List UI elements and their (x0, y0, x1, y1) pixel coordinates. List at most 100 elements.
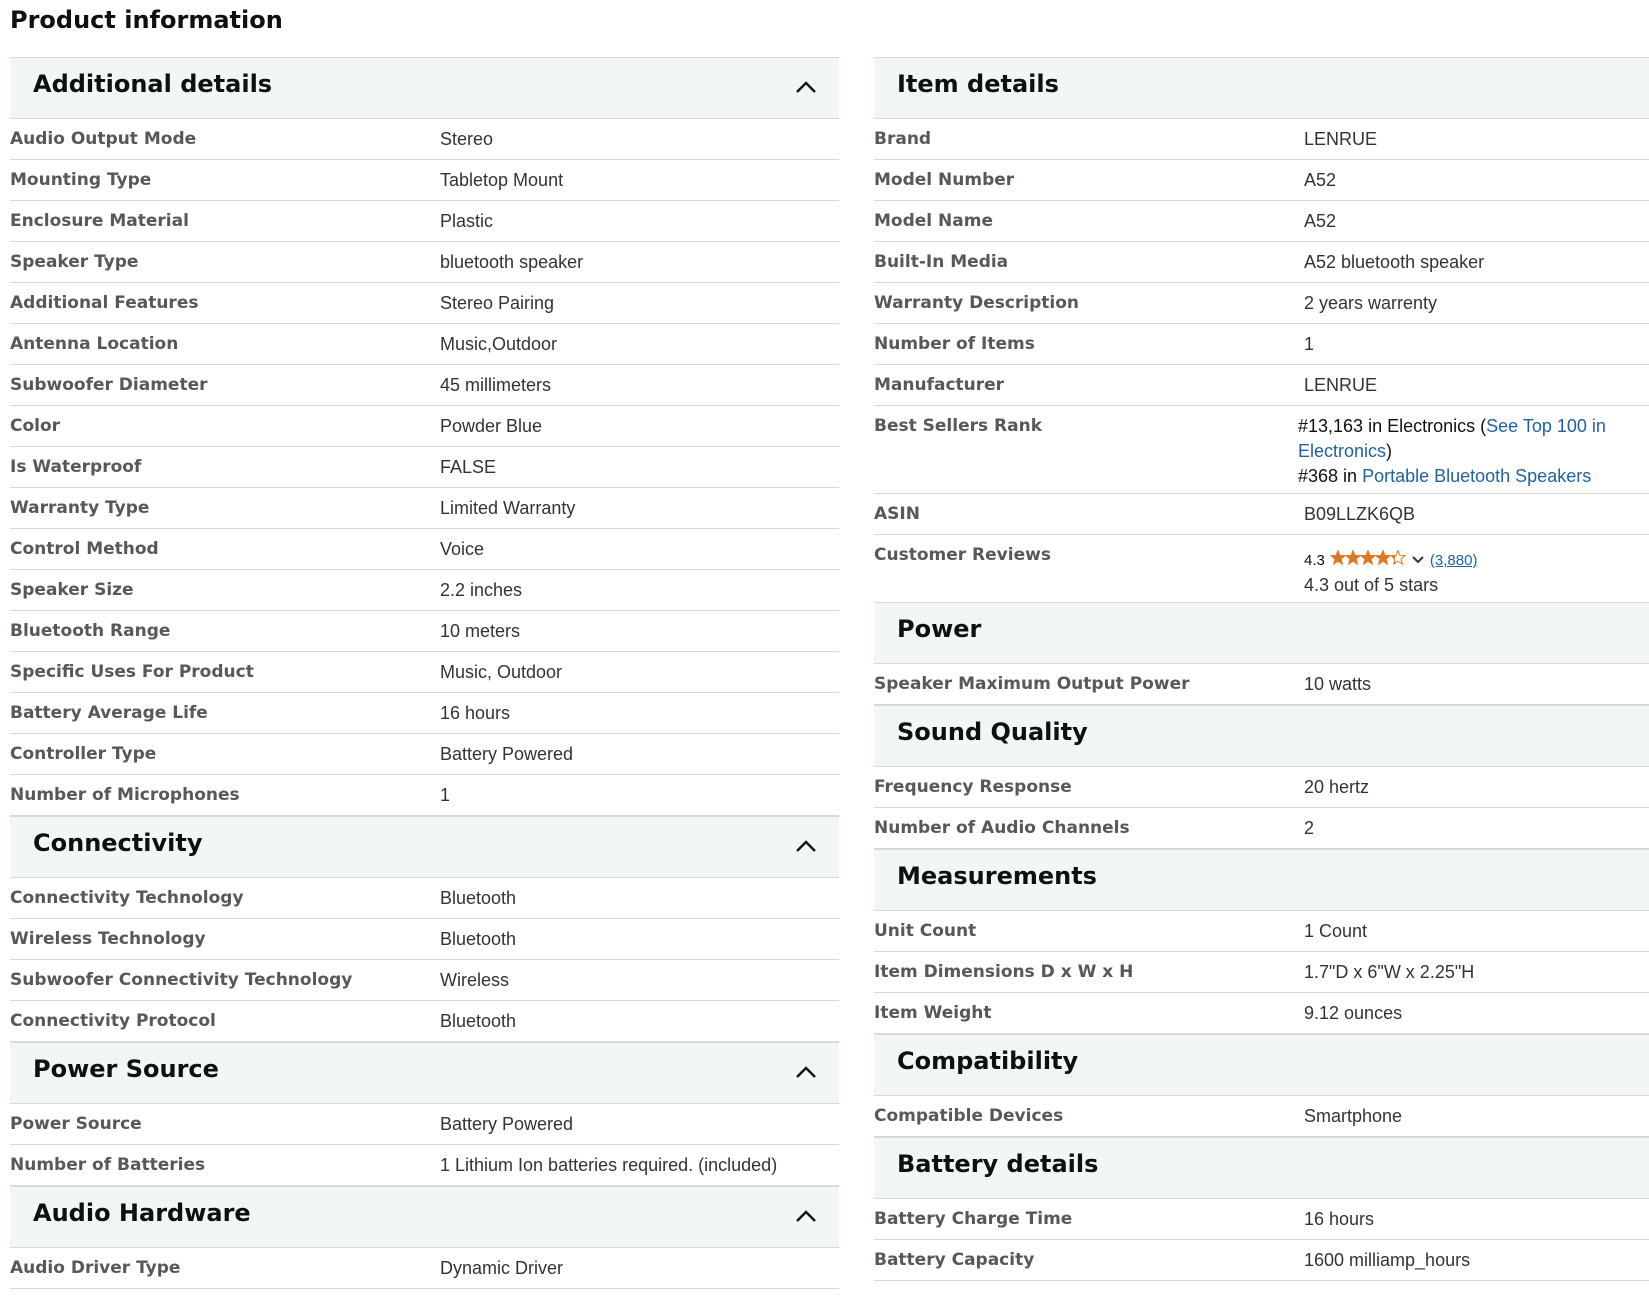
star-fill (1330, 550, 1346, 564)
row-key: Audio Output Mode (10, 129, 197, 149)
row-key: Connectivity Protocol (10, 1011, 216, 1031)
table-row: Antenna Location Music,Outdoor (10, 324, 839, 365)
section-header-power-source[interactable]: Power Source (10, 1042, 839, 1104)
row-value: Stereo Pairing (440, 293, 555, 313)
table-row: Wireless Technology Bluetooth (10, 919, 839, 960)
row-key: Enclosure Material (10, 211, 189, 231)
row-key: Speaker Maximum Output Power (874, 674, 1190, 694)
table-row: ASIN B09LLZK6QB (874, 494, 1649, 535)
table-row: Battery Average Life 16 hours (10, 693, 839, 734)
row-value: bluetooth speaker (440, 252, 584, 272)
row-value: Bluetooth (440, 1011, 517, 1031)
table-row: Controller Type Battery Powered (10, 734, 839, 775)
row-key: Subwoofer Connectivity Technology (10, 970, 353, 990)
section-title: Battery details (897, 1150, 1099, 1178)
row-value: Bluetooth (440, 929, 517, 949)
right-column: Item details Brand LENRUE Model Number A52 M… (874, 57, 1649, 1281)
row-key: Best Sellers Rank (874, 416, 1042, 436)
section-header-additional-details[interactable]: Additional details (10, 57, 839, 119)
section-header-audio-hardware[interactable]: Audio Hardware (10, 1186, 839, 1248)
row-value: Stereo (440, 129, 494, 149)
table-row: Subwoofer Diameter 45 millimeters (10, 365, 839, 406)
section-title: Additional details (33, 70, 273, 98)
row-value: 16 hours (440, 703, 511, 723)
star-fill (1375, 550, 1391, 564)
row-value: 2 (1304, 818, 1315, 838)
table-row: Power Source Battery Powered (10, 1104, 839, 1145)
row-value: Dynamic Driver (440, 1258, 564, 1278)
rank-text: #368 in (1298, 466, 1363, 486)
row-key: Additional Features (10, 293, 199, 313)
row-value: 1 (440, 785, 451, 805)
row-key: Built-In Media (874, 252, 1009, 272)
row-value: Powder Blue (440, 416, 543, 436)
row-value: 1 Lithium Ion batteries required. (inclu… (440, 1155, 778, 1175)
row-key: Specific Uses For Product (10, 662, 254, 682)
review-count-link[interactable]: (3,880) (1430, 552, 1478, 569)
table-row: Unit Count 1 Count (874, 911, 1649, 952)
row-value: Tabletop Mount (440, 170, 564, 190)
chevron-down-icon[interactable] (1411, 548, 1425, 573)
row-key: Subwoofer Diameter (10, 375, 208, 395)
row-key: Color (10, 416, 61, 436)
section-header-measurements: Measurements (874, 849, 1649, 911)
table-row: Number of Batteries 1 Lithium Ion batteri… (10, 1145, 839, 1186)
section-header-connectivity[interactable]: Connectivity (10, 816, 839, 878)
table-row: Warranty Description 2 years warrenty (874, 283, 1649, 324)
row-key: Number of Microphones (10, 785, 240, 805)
table-row: Mounting Type Tabletop Mount (10, 160, 839, 201)
star-rating[interactable] (1329, 548, 1407, 573)
section-title: Power Source (33, 1055, 219, 1083)
section-header-battery-details: Battery details (874, 1137, 1649, 1199)
table-row: Warranty Type Limited Warranty (10, 488, 839, 529)
row-key: Battery Charge Time (874, 1209, 1073, 1229)
row-value: 2.2 inches (440, 580, 523, 600)
row-value: 10 meters (440, 621, 521, 641)
row-key: Frequency Response (874, 777, 1072, 797)
collapse-chevron-icon[interactable] (793, 834, 819, 860)
rating-number: 4.3 (1304, 552, 1325, 569)
collapse-chevron-icon[interactable] (793, 1060, 819, 1086)
star-fill (1360, 550, 1376, 564)
row-key: Warranty Type (10, 498, 150, 518)
row-value: Wireless (440, 970, 510, 990)
collapse-chevron-icon[interactable] (793, 75, 819, 101)
collapse-chevron-icon[interactable] (793, 1204, 819, 1230)
row-key: Number of Batteries (10, 1155, 206, 1175)
section-header-compatibility: Compatibility (874, 1034, 1649, 1096)
table-row: Enclosure Material Plastic (10, 201, 839, 242)
table-row: Number of Microphones 1 (10, 775, 839, 816)
row-value: Plastic (440, 211, 494, 231)
row-value: 10 watts (1304, 674, 1372, 694)
category-link[interactable]: Portable Bluetooth Speakers (1362, 466, 1591, 486)
table-row: Number of Audio Channels 2 (874, 808, 1649, 849)
row-key: Wireless Technology (10, 929, 206, 949)
row-value: A52 (1304, 170, 1337, 190)
row-key: Brand (874, 129, 932, 149)
section-title: Sound Quality (897, 718, 1088, 746)
row-value: FALSE (440, 457, 497, 477)
table-row: Manufacturer LENRUE (874, 365, 1649, 406)
row-key: Is Waterproof (10, 457, 142, 477)
row-key: Control Method (10, 539, 159, 559)
row-value: Bluetooth (440, 888, 517, 908)
row-value: B09LLZK6QB (1304, 504, 1416, 524)
row-key: Number of Audio Channels (874, 818, 1130, 838)
row-key: Customer Reviews (874, 545, 1051, 565)
table-row: Audio Output Mode Stereo (10, 119, 839, 160)
table-row: Battery Capacity 1600 milliamp_hours (874, 1240, 1649, 1281)
section-title: Item details (897, 70, 1059, 98)
row-value: 1600 milliamp_hours (1304, 1250, 1471, 1270)
table-row: Compatible Devices Smartphone (874, 1096, 1649, 1137)
row-value: Limited Warranty (440, 498, 576, 518)
table-row: Is Waterproof FALSE (10, 447, 839, 488)
table-row: Subwoofer Connectivity Technology Wireles… (10, 960, 839, 1001)
table-row: Additional Features Stereo Pairing (10, 283, 839, 324)
table-row: Connectivity Protocol Bluetooth (10, 1001, 839, 1042)
table-row: Speaker Size 2.2 inches (10, 570, 839, 611)
row-value: 20 hertz (1304, 777, 1370, 797)
table-row: Model Name A52 (874, 201, 1649, 242)
row-key: Warranty Description (874, 293, 1080, 313)
table-row: Frequency Response 20 hertz (874, 767, 1649, 808)
row-key: Audio Driver Type (10, 1258, 181, 1278)
